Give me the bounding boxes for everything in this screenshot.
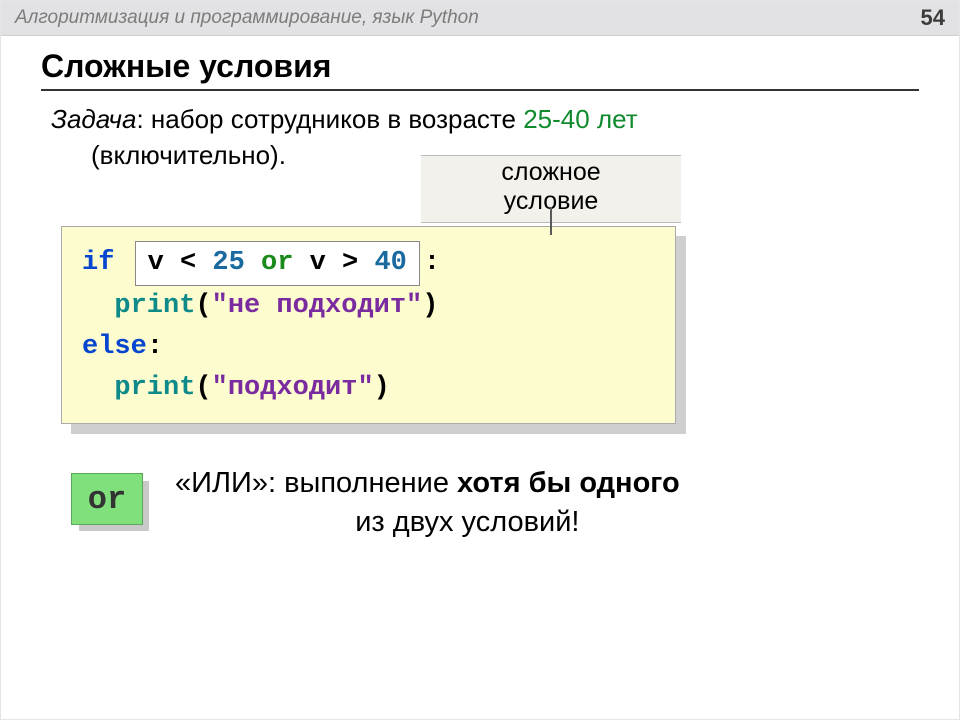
code-block: if v < 25 or v > 40: print("не подходит"…	[61, 226, 676, 424]
task-range: 25-40 лет	[523, 104, 637, 134]
callout-line2: условие	[504, 187, 599, 215]
callout-label: сложное условие	[421, 155, 681, 223]
or-explanation: or «ИЛИ»: выполнение хотя бы одного из д…	[71, 464, 919, 542]
or-badge-wrap: or	[71, 473, 151, 533]
var-v2: v	[310, 248, 326, 278]
code-box: if v < 25 or v > 40: print("не подходит"…	[61, 226, 676, 424]
slide: Алгоритмизация и программирование, язык …	[0, 0, 960, 720]
task-part2: (включительно).	[91, 137, 286, 173]
page-number: 54	[921, 5, 945, 31]
task-label: Задача	[51, 104, 136, 134]
topbar: Алгоритмизация и программирование, язык …	[1, 1, 959, 36]
task-part1: набор сотрудников в возрасте	[151, 104, 523, 134]
or-badge: or	[71, 473, 143, 525]
task-sep: :	[136, 104, 150, 134]
slide-body: Задача: набор сотрудников в возрасте 25-…	[51, 101, 919, 542]
fn-print1: print	[114, 291, 195, 321]
condition-box: v < 25 or v > 40	[135, 241, 420, 286]
callout-line1: сложное	[501, 158, 600, 186]
kw-if: if	[82, 248, 114, 278]
kw-else: else	[82, 332, 147, 362]
op-lt: <	[164, 248, 213, 278]
num-40: 40	[374, 248, 406, 278]
var-v1: v	[148, 248, 164, 278]
str-2: "подходит"	[212, 373, 374, 403]
fn-print2: print	[114, 373, 195, 403]
str-1: "не подходит"	[212, 291, 423, 321]
or-text: «ИЛИ»: выполнение хотя бы одного из двух…	[175, 464, 680, 542]
slide-heading: Сложные условия	[41, 48, 919, 91]
or-line1b: хотя бы одного	[457, 467, 680, 499]
or-line1a: «ИЛИ»: выполнение	[175, 467, 457, 499]
op-gt: >	[326, 248, 375, 278]
or-line2: из двух условий!	[255, 503, 680, 542]
colon1: :	[424, 248, 440, 278]
topbar-title: Алгоритмизация и программирование, язык …	[15, 7, 479, 29]
num-25: 25	[212, 248, 244, 278]
kw-or-inline: or	[245, 248, 310, 278]
colon2: :	[147, 332, 163, 362]
